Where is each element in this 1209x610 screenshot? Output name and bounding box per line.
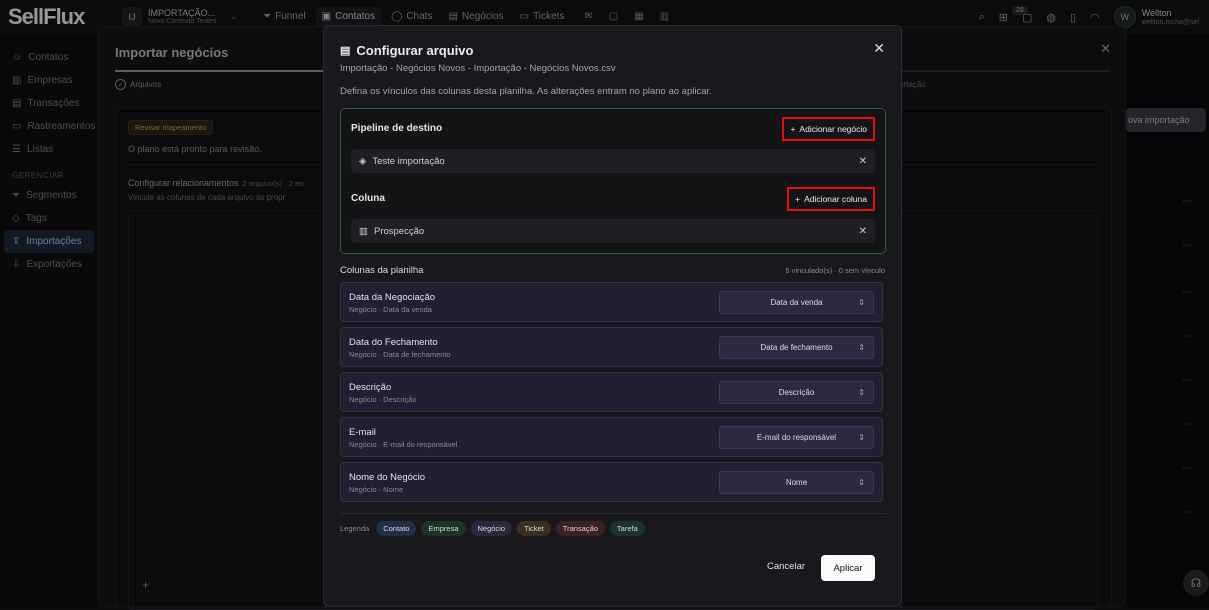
- columns-meta: 5 vinculado(s) · 0 sem vínculo: [785, 266, 885, 275]
- close-icon[interactable]: ✕: [873, 40, 885, 57]
- field-select[interactable]: Data de fechamento ⇕: [719, 336, 874, 359]
- chevron-updown-icon: ⇕: [858, 388, 865, 397]
- column-name: Data da Negociação: [349, 292, 436, 303]
- column-mapping: Negócio · Data da venda: [349, 305, 432, 314]
- field-select[interactable]: Descrição ⇕: [719, 381, 874, 404]
- column-mapping: Negócio · Descrição: [349, 395, 417, 404]
- column-mapping: Negócio · Nome: [349, 485, 404, 494]
- configure-file-dialog: ▤ Configurar arquivo ✕ Importação - Negó…: [323, 25, 902, 607]
- apply-button[interactable]: Aplicar: [821, 555, 875, 581]
- column-name: Data do Fechamento: [349, 337, 438, 348]
- plus-icon: +: [795, 194, 801, 204]
- chevron-updown-icon: ⇕: [858, 298, 865, 307]
- mapping-row: Nome do Negócio Negócio · Nome Nome ⇕: [340, 462, 883, 502]
- add-column-button[interactable]: + Adicionar coluna: [787, 187, 875, 211]
- plus-icon: +: [790, 124, 796, 134]
- chevron-updown-icon: ⇕: [858, 343, 865, 352]
- mapping-row: Data do Fechamento Negócio · Data de fec…: [340, 327, 883, 367]
- pipeline-label: Pipeline de destino: [351, 123, 443, 134]
- legend-chip: Contato: [376, 521, 417, 536]
- legend-chip: Tarefa: [609, 521, 645, 536]
- field-select[interactable]: Data da venda ⇕: [719, 291, 874, 314]
- columns-header: Colunas da planilha: [340, 265, 424, 276]
- column-label: Coluna: [351, 193, 385, 204]
- cancel-button[interactable]: Cancelar: [767, 561, 805, 572]
- mapping-row: E-mail Negócio · E-mail do responsável E…: [340, 417, 883, 457]
- pipeline-selection: ◈ Teste importação ✕: [351, 149, 875, 173]
- column-selection: ▥ Prospecção ✕: [351, 219, 875, 243]
- column-mapping: Negócio · E-mail do responsável: [349, 440, 458, 449]
- field-select[interactable]: E-mail do responsável ⇕: [719, 426, 874, 449]
- mapping-row: Descrição Negócio · Descrição Descrição ⇕: [340, 372, 883, 412]
- pipeline-box: Pipeline de destino + Adicionar negócio ◈…: [340, 108, 886, 254]
- legend-chip: Transação: [555, 521, 605, 536]
- breadcrumb: Importação - Negócios Novos - Importação…: [340, 63, 616, 74]
- chevron-updown-icon: ⇕: [858, 478, 865, 487]
- remove-column-icon[interactable]: ✕: [859, 226, 867, 237]
- legend: Legenda Contato Empresa Negócio Ticket T…: [340, 521, 645, 536]
- file-icon: ▤: [340, 45, 351, 57]
- legend-label: Legenda: [340, 524, 370, 533]
- chevron-updown-icon: ⇕: [858, 433, 865, 442]
- column-name: Nome do Negócio: [349, 472, 426, 483]
- remove-pipeline-icon[interactable]: ✕: [859, 156, 867, 167]
- legend-chip: Empresa: [421, 521, 466, 536]
- legend-chip: Ticket: [517, 521, 551, 536]
- divider: [340, 513, 886, 514]
- mapping-row: Data da Negociação Negócio · Data da ven…: [340, 282, 883, 322]
- dialog-description: Defina os vínculos das colunas desta pla…: [340, 86, 712, 97]
- column-icon: ▥: [359, 225, 368, 237]
- add-deal-button[interactable]: + Adicionar negócio: [782, 117, 875, 141]
- column-mapping: Negócio · Data de fechamento: [349, 350, 451, 359]
- field-select[interactable]: Nome ⇕: [719, 471, 874, 494]
- legend-chip: Negócio: [470, 521, 513, 536]
- dialog-title: ▤ Configurar arquivo: [340, 43, 474, 58]
- layers-icon: ◈: [359, 155, 367, 167]
- column-name: Descrição: [349, 382, 392, 393]
- column-name: E-mail: [349, 427, 376, 438]
